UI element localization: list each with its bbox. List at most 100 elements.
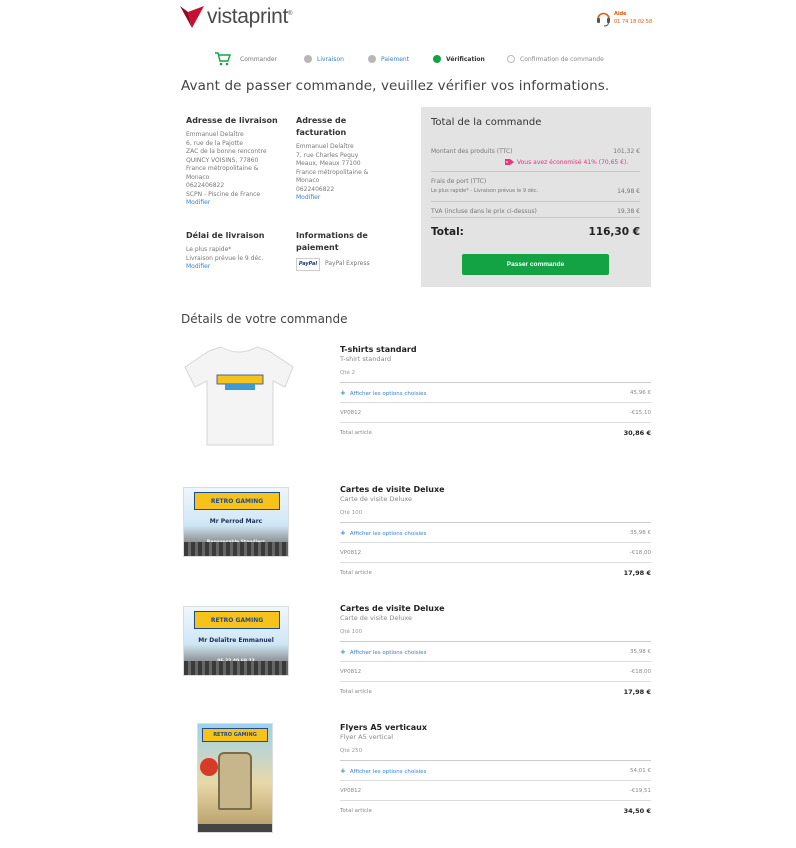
delivery-time: Délai de livraison Le plus rapide* Livra… [186,230,286,272]
item-total: 17,98 € [623,688,651,696]
vistaprint-logo[interactable]: vistaprint® [180,5,292,29]
address-line: 7, rue Charles Peguy [296,151,359,159]
products-amount-row: Montant des produits (TTC) 101,32 € [431,148,640,155]
item-promo-row: VP0812 -€15,10 [340,403,651,423]
step-livraison[interactable]: Livraison [304,55,344,63]
order-details-title: Détails de votre commande [181,312,348,326]
step-confirmation: Confirmation de commande [507,55,604,63]
plus-icon: + [340,388,346,397]
order-total-row: Total: 116,30 € [431,226,640,238]
brand-name: vistaprint® [207,5,293,28]
item-quantity: Qté 100 [340,629,363,635]
address-line: Monaco [296,177,320,184]
promo-discount: -€15,10 [629,409,651,416]
promo-code: VP0812 [340,668,362,675]
tshirt-image [181,345,296,454]
item-promo-row: VP0812 -€19,51 [340,781,651,801]
item-variant: Flyer A5 vertical [340,733,394,741]
delivery-address-heading: Adresse de livraison [186,116,278,125]
vistaprint-logo-icon [180,6,204,28]
promo-discount: -€18,00 [629,549,651,556]
billing-address: Adresse de facturation Emmanuel Delaître… [296,115,396,203]
item-variant: Carte de visite Deluxe [340,614,413,622]
item-name: Flyers A5 verticaux [340,723,428,732]
payment-info: Informations de paiement PayPal PayPal E… [296,230,406,271]
item-name: Cartes de visite Deluxe [340,485,445,494]
paypal-logo: PayPal [296,258,320,271]
help-contact[interactable]: Aide 01 74 18 02 58 [596,10,652,27]
address-line: Monaco [186,173,210,181]
promo-discount: -€19,51 [629,787,651,794]
step-paiement[interactable]: Paiement [368,55,409,63]
item-variant: T-shirt standard [340,355,392,363]
address-line: Meaux, Meaux 77100 [296,160,361,167]
address-line: France métropolitaine & [186,165,259,172]
promo-code: VP0812 [340,787,362,794]
address-line: Emmanuel Delaître [296,143,354,150]
order-total-panel: Total de la commande Montant des produit… [421,107,651,287]
item-options-row: + Afficher les options choisies 54,01 € [340,761,651,781]
cart-icon [215,52,231,66]
tag-icon [505,159,514,165]
payment-method: PayPal Express [325,260,370,268]
delivery-time-heading: Délai de livraison [186,231,265,240]
help-phone: 01 74 18 02 58 [614,19,653,25]
item-total-row: Total article 17,98 € [340,569,651,577]
show-options-link[interactable]: + Afficher les options choisies [340,529,426,537]
delivery-speed: Le plus rapide* [186,246,232,253]
address-line: 0622406822 [296,185,335,193]
headset-icon [597,12,610,27]
step-verification: Vérification [433,55,485,63]
shipping-row: Le plus rapide* - Livraison prévue le 9 … [431,188,640,195]
item-price: 54,01 € [630,767,651,774]
item-price: 45,96 € [630,389,651,396]
edit-delivery-time-link[interactable]: Modifier [186,263,286,272]
item-quantity: Qté 250 [340,748,363,754]
item-options-row: + Afficher les options choisies 45,96 € [340,383,651,403]
step-dot [433,55,441,63]
address-line: SCPN - Piscine de France [186,190,261,198]
edit-delivery-address-link[interactable]: Modifier [186,199,286,208]
savings-text: Vous avez économisé 41% (70,65 €). [517,159,629,166]
promo-discount: -€18,00 [629,668,651,675]
step-dot [368,55,376,63]
step-commander[interactable]: Commander [214,52,277,66]
address-line: QUINCY VOISINS, 77860 [186,156,259,164]
business-card-image: RETRO GAMING Mr Perrod Marc Responsable … [183,487,289,557]
business-card-image: RETRO GAMING Mr Delaître Emmanuel 06 22 … [183,606,289,676]
item-name: T-shirts standard [340,345,417,354]
plus-icon: + [340,528,346,537]
address-line: France métropolitaine & [296,168,369,176]
item-name: Cartes de visite Deluxe [340,604,445,613]
tva-row: TVA (incluse dans le prix ci-dessus) 19,3… [431,208,640,215]
plus-icon: + [340,766,346,775]
address-line: ZAC de la bonne rencontre [186,148,267,155]
plus-icon: + [340,647,346,656]
item-total: 17,98 € [623,569,651,577]
item-quantity: Qté 100 [340,510,363,516]
edit-billing-address-link[interactable]: Modifier [296,194,396,203]
item-quantity: Qté 2 [340,370,356,376]
item-promo-row: VP0812 -€18,00 [340,662,651,682]
show-options-link[interactable]: + Afficher les options choisies [340,648,426,656]
address-line: 6, rue de la Pajotte [186,139,243,147]
item-price: 35,98 € [630,529,651,536]
item-total-row: Total article 34,50 € [340,807,651,815]
show-options-link[interactable]: + Afficher les options choisies [340,389,426,397]
help-label: Aide [614,11,627,17]
item-total: 30,86 € [623,429,651,437]
page-title: Avant de passer commande, veuillez vérif… [181,78,610,94]
item-options-row: + Afficher les options choisies 35,98 € [340,642,651,662]
promo-code: VP0812 [340,549,362,556]
place-order-button[interactable]: Passer commande [462,254,609,275]
delivery-address: Adresse de livraison Emmanuel Delaître 6… [186,115,286,208]
item-total-row: Total article 17,98 € [340,688,651,696]
step-dot [304,55,312,63]
address-line: Emmanuel Delaître [186,131,244,138]
show-options-link[interactable]: + Afficher les options choisies [340,767,426,775]
item-variant: Carte de visite Deluxe [340,495,413,503]
address-line: 0622406822 [186,182,225,189]
promo-code: VP0812 [340,409,362,416]
delivery-date: Livraison prévue le 9 déc. [186,254,264,262]
shipping-label: Frais de port (TTC) [431,178,487,185]
